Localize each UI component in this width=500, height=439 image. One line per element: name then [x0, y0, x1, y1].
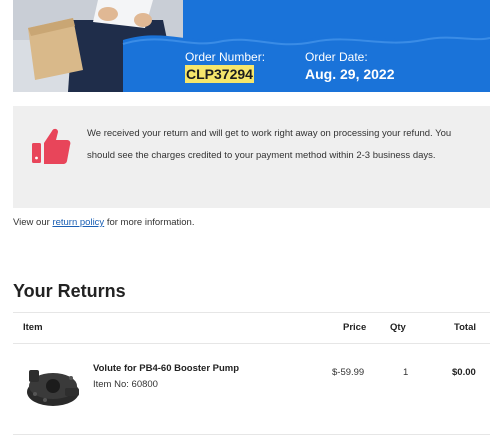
column-total: Total — [454, 322, 476, 333]
order-banner: Order Number: CLP37294 Order Date: Aug. … — [13, 0, 490, 92]
policy-suffix: for more information. — [104, 217, 195, 228]
return-policy-link[interactable]: return policy — [52, 217, 104, 228]
order-date-label: Order Date: — [305, 50, 368, 64]
table-row: Volute for PB4-60 Booster Pump Item No: … — [13, 344, 490, 435]
product-total: $0.00 — [452, 367, 476, 378]
return-notice: We received your return and will get to … — [13, 106, 490, 208]
product-name[interactable]: Volute for PB4-60 Booster Pump — [93, 363, 239, 374]
column-qty: Qty — [390, 322, 406, 333]
product-image — [27, 370, 79, 406]
order-number-block: Order Number: CLP37294 — [185, 50, 265, 84]
column-item: Item — [23, 322, 43, 333]
product-item-number: Item No: 60800 — [93, 379, 158, 390]
notice-text: We received your return and will get to … — [87, 128, 452, 161]
product-qty: 1 — [403, 367, 409, 378]
policy-prefix: View our — [13, 217, 53, 228]
table-header: Item Price Qty Total — [13, 312, 490, 344]
returns-title: Your Returns — [13, 281, 126, 301]
order-date-block: Order Date: Aug. 29, 2022 — [305, 50, 395, 83]
column-price: Price — [343, 322, 367, 333]
policy-line: View our return policy for more informat… — [13, 217, 194, 228]
order-date-value: Aug. 29, 2022 — [305, 66, 395, 82]
order-number-value: CLP37294 — [185, 65, 254, 83]
returns-table: Item Price Qty Total Volute for PB4-60 B… — [13, 312, 490, 435]
order-number-label: Order Number: — [185, 50, 266, 64]
thumbs-up-icon — [32, 128, 71, 164]
product-price: $-59.99 — [332, 367, 365, 378]
